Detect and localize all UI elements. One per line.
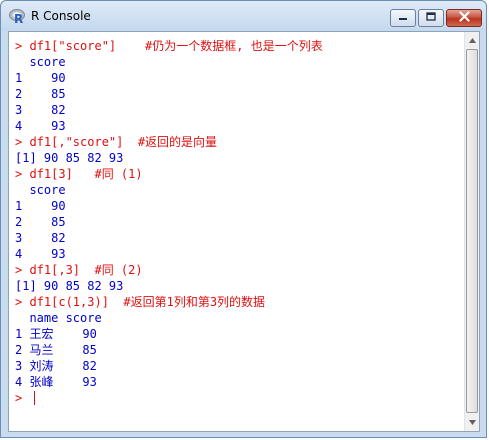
maximize-icon — [426, 9, 436, 27]
minimize-icon — [398, 9, 408, 27]
console-output-line: 3 刘涛 82 — [15, 359, 97, 373]
console-output-line: 3 82 — [15, 231, 66, 245]
console-output-line: score — [15, 55, 66, 69]
console-input-line: > df1[c(1,3)] #返回第1列和第3列的数据 — [15, 295, 266, 309]
minimize-button[interactable] — [390, 9, 416, 27]
text-cursor — [34, 391, 35, 405]
console-output-line: 4 93 — [15, 119, 66, 133]
console-input-line: > df1[,"score"] #返回的是向量 — [15, 135, 218, 149]
console-output-line: 2 85 — [15, 87, 66, 101]
console-output-area[interactable]: > df1["score"] #仍为一个数据框, 也是一个列表 score 1 9… — [9, 32, 466, 431]
console-output-line: [1] 90 85 82 93 — [15, 151, 124, 165]
close-button[interactable] — [446, 9, 482, 27]
svg-text:R: R — [14, 12, 23, 24]
maximize-button[interactable] — [418, 9, 444, 27]
console-output-line: 1 90 — [15, 71, 66, 85]
chevron-down-icon — [469, 420, 476, 425]
console-input-line: > df1[,3] #同 (2) — [15, 263, 143, 277]
close-icon — [458, 9, 470, 27]
console-output-line: 4 张峰 93 — [15, 375, 97, 389]
console-output-line: [1] 90 85 82 93 — [15, 279, 124, 293]
console-output-line: 3 82 — [15, 103, 66, 117]
console-output-line: 2 85 — [15, 215, 66, 229]
scroll-up-button[interactable] — [466, 33, 479, 48]
console-output-line: score — [15, 183, 66, 197]
console-output-line: name score — [15, 311, 102, 325]
r-logo-icon: R — [9, 8, 26, 26]
scrollbar-thumb[interactable] — [466, 49, 478, 413]
console-output-line: 4 93 — [15, 247, 66, 261]
r-console-window: R R Console > df1["score"] #仍为一个数据框, 也是一… — [0, 0, 487, 438]
console-input-line: > df1[3] #同 (1) — [15, 167, 143, 181]
console-input-line: > — [15, 391, 30, 405]
console-output-line: 1 90 — [15, 199, 66, 213]
console-input-line: > df1["score"] #仍为一个数据框, 也是一个列表 — [15, 39, 323, 53]
vertical-scrollbar[interactable] — [464, 32, 479, 431]
console-output-line: 1 王宏 90 — [15, 327, 97, 341]
console-output-line: 2 马兰 85 — [15, 343, 97, 357]
chevron-up-icon — [469, 38, 476, 43]
title-bar[interactable]: R R Console — [1, 1, 486, 31]
console-client-area: > df1["score"] #仍为一个数据框, 也是一个列表 score 1 9… — [8, 31, 480, 432]
window-title: R Console — [31, 9, 91, 23]
scroll-down-button[interactable] — [466, 415, 479, 430]
